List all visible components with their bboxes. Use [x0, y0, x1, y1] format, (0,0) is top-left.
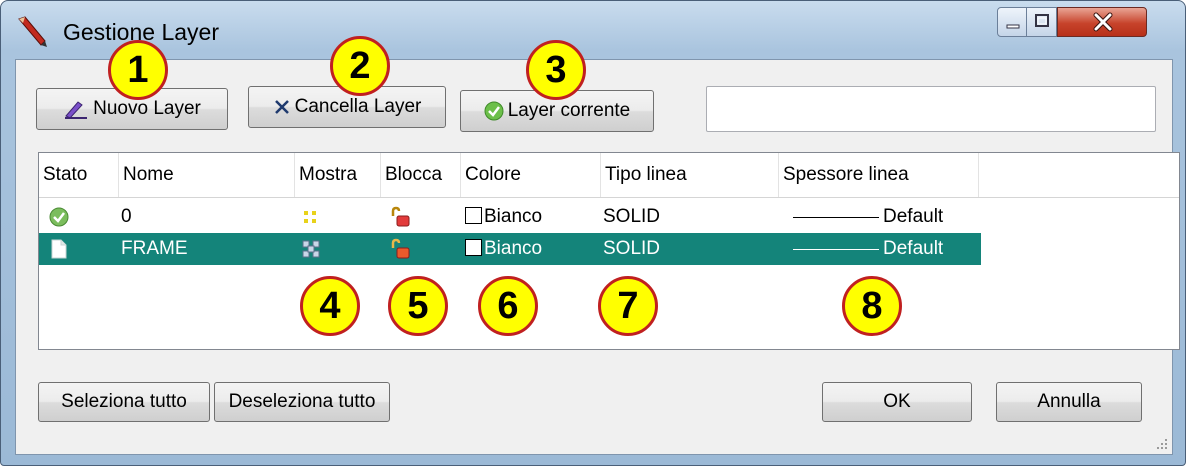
minimize-button[interactable]: [997, 7, 1027, 37]
maximize-button[interactable]: [1027, 7, 1057, 37]
column-header-stato[interactable]: Stato: [39, 153, 119, 197]
padlock-open-icon[interactable]: [389, 238, 411, 260]
maximize-icon: [1035, 14, 1049, 27]
callout-marker: 4: [300, 276, 360, 336]
column-header-tipo-linea[interactable]: Tipo linea: [601, 153, 779, 197]
callout-marker: 8: [842, 276, 902, 336]
check-icon: [49, 207, 69, 227]
check-icon: [484, 101, 504, 121]
color-name: Bianco: [484, 238, 543, 259]
delete-layer-label: Cancella Layer: [294, 96, 422, 117]
callout-marker: 1: [108, 40, 168, 100]
column-header-spessore-linea[interactable]: Spessore linea: [779, 153, 979, 197]
callout-marker: 6: [478, 276, 538, 336]
layer-name[interactable]: FRAME: [121, 233, 188, 265]
title-bar[interactable]: Gestione Layer: [1, 1, 1185, 59]
close-button[interactable]: [1057, 7, 1147, 37]
layer-linetype[interactable]: SOLID: [603, 201, 660, 233]
close-icon: [1093, 12, 1113, 32]
callout-marker: 2: [330, 36, 390, 96]
ok-button[interactable]: OK: [822, 382, 972, 422]
current-layer-label: Layer corrente: [507, 100, 631, 121]
select-all-button[interactable]: Seleziona tutto: [38, 382, 210, 422]
color-name: Bianco: [484, 206, 543, 227]
resize-grip-icon[interactable]: [1156, 438, 1168, 450]
lightbulb-on-icon[interactable]: [301, 208, 319, 226]
color-swatch: [465, 239, 482, 256]
column-header-blocca[interactable]: Blocca: [381, 153, 461, 197]
new-layer-label: Nuovo Layer: [93, 98, 201, 119]
cancel-button[interactable]: Annulla: [996, 382, 1142, 422]
table-header: Stato Nome Mostra Blocca Colore Tipo lin…: [39, 153, 1179, 198]
table-row[interactable]: 0 Bianco SOLID Default: [39, 201, 981, 233]
callout-marker: 3: [526, 40, 586, 100]
callout-marker: 7: [598, 276, 658, 336]
column-header-mostra[interactable]: Mostra: [295, 153, 381, 197]
column-header-nome[interactable]: Nome: [119, 153, 295, 197]
minimize-icon: [1006, 24, 1020, 29]
dialog-body: Nuovo Layer Cancella Layer Layer corrent…: [15, 59, 1180, 455]
layer-linetype[interactable]: SOLID: [603, 233, 660, 265]
page-icon: [51, 239, 67, 259]
search-input[interactable]: [706, 86, 1156, 132]
layer-color[interactable]: Bianco: [465, 233, 542, 265]
new-layer-icon: [65, 101, 88, 119]
lineweight-sample: [793, 249, 879, 250]
layer-color[interactable]: Bianco: [465, 201, 542, 233]
deselect-all-button[interactable]: Deseleziona tutto: [214, 382, 390, 422]
lineweight-sample: [793, 217, 879, 218]
layer-name[interactable]: 0: [121, 201, 132, 233]
delete-icon: [274, 100, 289, 114]
layer-manager-window: Gestione Layer Nuovo Layer Cancella Laye…: [0, 0, 1186, 466]
pencil-icon: [18, 16, 47, 47]
callout-marker: 5: [388, 276, 448, 336]
color-swatch: [465, 207, 482, 224]
padlock-open-icon[interactable]: [389, 206, 411, 228]
layer-lineweight[interactable]: Default: [883, 233, 943, 265]
lightbulb-off-icon[interactable]: [301, 239, 321, 259]
layer-lineweight[interactable]: Default: [883, 201, 943, 233]
table-row[interactable]: FRAME Bianco SOLID Default: [39, 233, 981, 265]
column-header-colore[interactable]: Colore: [461, 153, 601, 197]
